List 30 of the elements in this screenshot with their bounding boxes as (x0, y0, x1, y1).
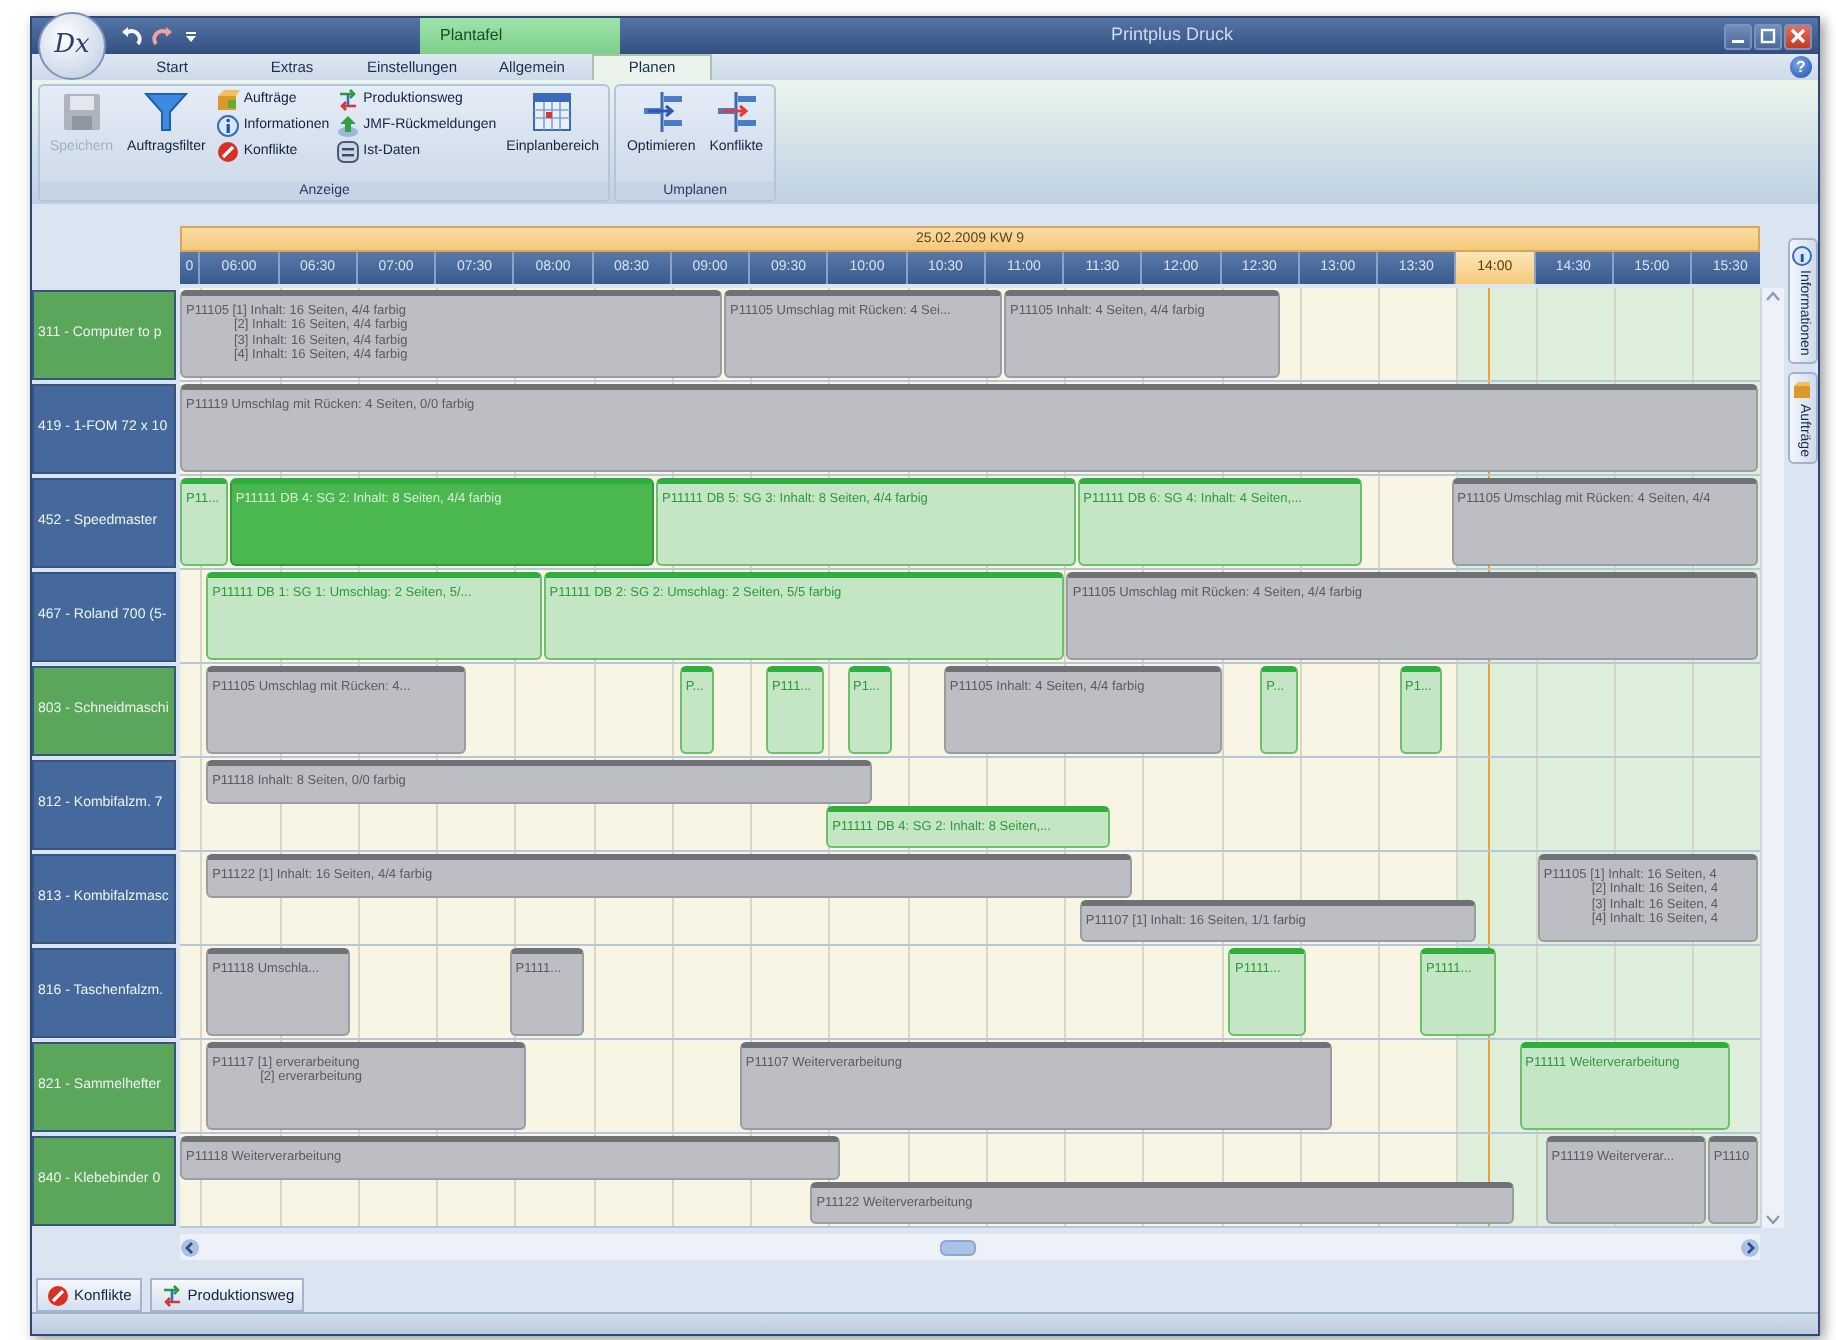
scroll-right-icon[interactable] (1740, 1237, 1760, 1257)
route-arrows-icon (159, 1283, 184, 1307)
scroll-up-icon[interactable] (1763, 288, 1782, 304)
box-icon (1792, 379, 1813, 400)
scroll-left-icon[interactable] (180, 1237, 200, 1257)
info-icon (215, 114, 240, 138)
align-arrow-icon (639, 90, 684, 134)
prohibited-icon (46, 1283, 70, 1307)
redo-icon[interactable] (152, 25, 174, 47)
prohibited-icon (215, 140, 240, 164)
info-icon (1792, 246, 1813, 266)
dropdown-arrow-icon[interactable] (184, 29, 198, 43)
document-icon (335, 140, 360, 164)
minimize-button[interactable] (1724, 23, 1752, 49)
box-icon (215, 88, 240, 112)
scroll-down-icon[interactable] (1763, 1212, 1782, 1228)
align-arrow-icon (714, 90, 759, 134)
scroll-thumb[interactable] (940, 1239, 976, 1255)
route-arrows-icon (335, 88, 360, 112)
maximize-icon (1760, 28, 1776, 44)
close-button[interactable] (1784, 23, 1812, 49)
close-icon (1790, 28, 1806, 44)
calendar-grid-icon (530, 90, 575, 134)
context-tab-label: Plantafel (420, 18, 620, 54)
upload-arrow-icon (335, 114, 360, 138)
funnel-icon (144, 90, 189, 134)
window-title: Printplus Druck (1108, 22, 1236, 49)
help-button[interactable]: ? (1790, 56, 1812, 78)
undo-icon[interactable] (120, 25, 142, 47)
maximize-button[interactable] (1754, 23, 1782, 49)
